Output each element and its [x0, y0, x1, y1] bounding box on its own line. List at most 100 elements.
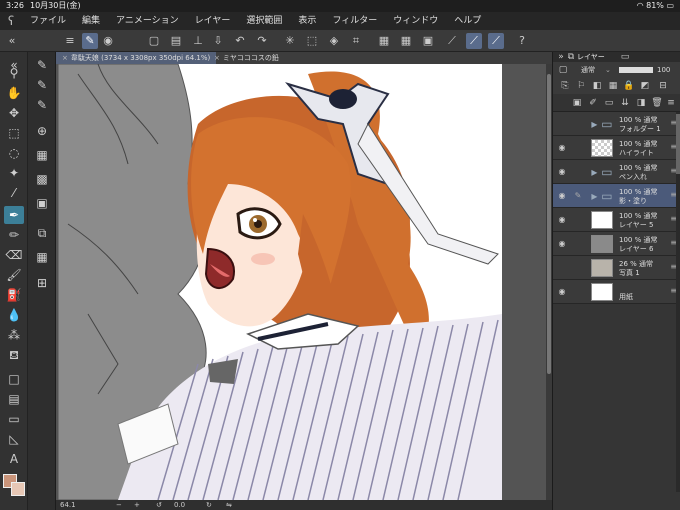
- new-file-icon[interactable]: ▢: [146, 33, 162, 49]
- save-icon[interactable]: ⊥: [190, 33, 206, 49]
- eye-icon[interactable]: ◉: [557, 191, 567, 201]
- zoom-value[interactable]: 64.1: [60, 500, 76, 510]
- collapse-icon[interactable]: «: [4, 33, 20, 49]
- lock-transparency-icon[interactable]: ▦: [607, 80, 619, 92]
- delete-layer-icon[interactable]: 🗑: [651, 97, 663, 109]
- deselect-icon[interactable]: ▦: [398, 33, 414, 49]
- layer-row[interactable]: ▸ ▭ 100 % 通常 フォルダー 1 ≡: [553, 112, 680, 136]
- new-folder-icon[interactable]: ▭: [603, 97, 615, 109]
- eyedropper-icon[interactable]: ⁄: [4, 184, 24, 202]
- close-tab-icon[interactable]: ×: [214, 54, 220, 62]
- scrollbar-thumb[interactable]: [547, 74, 551, 374]
- layer-lock-slot[interactable]: [573, 239, 583, 249]
- sub-color[interactable]: [11, 482, 25, 496]
- document-tab-active[interactable]: × 韋駄天娘 (3734 x 3308px 350dpi 64.1%): [56, 52, 217, 64]
- transform-icon[interactable]: ⬚: [304, 33, 320, 49]
- layer-lock-slot[interactable]: [573, 143, 583, 153]
- layer-row[interactable]: ◉ ✎ ▸ ▭ 100 % 通常 影・塗り ≡: [553, 184, 680, 208]
- text-tool-icon[interactable]: A: [4, 450, 24, 468]
- clear-icon[interactable]: ✳: [282, 33, 298, 49]
- eraser-icon[interactable]: ⌫: [4, 246, 24, 264]
- mask-add-icon[interactable]: ◨: [635, 97, 647, 109]
- eye-hidden-icon[interactable]: [557, 119, 567, 129]
- menu-file[interactable]: ファイル: [22, 12, 74, 30]
- menu-layer[interactable]: レイヤー: [187, 12, 239, 30]
- color-swatch[interactable]: [3, 474, 25, 496]
- layer-lock-slot[interactable]: [573, 263, 583, 273]
- eye-hidden-icon[interactable]: [557, 263, 567, 273]
- export-icon[interactable]: ⇩: [210, 33, 226, 49]
- sub-tool-8-icon[interactable]: ⧉: [32, 224, 52, 242]
- lock-icon[interactable]: 🔒: [623, 80, 635, 92]
- menu-selection[interactable]: 選択範囲: [238, 12, 290, 30]
- menu-help[interactable]: ヘルプ: [446, 12, 489, 30]
- layer-lock-slot[interactable]: [573, 167, 583, 177]
- snap-grid-icon[interactable]: ⟋: [488, 33, 504, 49]
- menu-view[interactable]: 表示: [290, 12, 324, 30]
- blend-mode-select[interactable]: 通常: [581, 62, 595, 78]
- sub-tool-4-icon[interactable]: ⊕: [32, 122, 52, 140]
- app-logo-icon[interactable]: ʕ: [0, 12, 22, 30]
- ruler-tool-icon[interactable]: ◺: [4, 430, 24, 448]
- hand-icon[interactable]: ✋: [4, 84, 24, 102]
- layer-lock-slot[interactable]: [573, 287, 583, 297]
- flip-icon[interactable]: ⇋: [226, 500, 232, 510]
- layer-row[interactable]: 26 % 通常 写真 1 ≡: [553, 256, 680, 280]
- canvas-area[interactable]: [56, 64, 552, 500]
- edit-tool-icon[interactable]: ✎: [82, 33, 98, 49]
- pencil-icon[interactable]: ✏: [4, 226, 24, 244]
- sub-tool-6-icon[interactable]: ▩: [32, 170, 52, 188]
- layer-row[interactable]: ◉ ▸ ▭ 100 % 通常 ペン入れ ≡: [553, 160, 680, 184]
- snap-special-ruler-icon[interactable]: ⟋: [466, 33, 482, 49]
- sub-tool-3-icon[interactable]: ✎: [32, 96, 52, 114]
- sub-tool-1-icon[interactable]: ✎: [32, 56, 52, 74]
- opacity-value[interactable]: 100: [657, 62, 670, 78]
- draft-icon[interactable]: ◧: [591, 80, 603, 92]
- clip-icon[interactable]: ⎘: [559, 80, 571, 92]
- layer-lock-slot[interactable]: [573, 119, 583, 129]
- merge-icon[interactable]: ⇊: [619, 97, 631, 109]
- sub-tool-2-icon[interactable]: ✎: [32, 76, 52, 94]
- redo-icon[interactable]: ↷: [254, 33, 270, 49]
- pen-tool-icon[interactable]: ✒: [4, 206, 24, 224]
- figure-icon[interactable]: □: [4, 370, 24, 388]
- rotate-left-icon[interactable]: ↺: [156, 500, 162, 510]
- undo-icon[interactable]: ↶: [232, 33, 248, 49]
- sub-tool-7-icon[interactable]: ▣: [32, 194, 52, 212]
- eye-icon[interactable]: ◉: [557, 239, 567, 249]
- airbrush-icon[interactable]: ⛽: [4, 286, 24, 304]
- eye-icon[interactable]: ◉: [557, 167, 567, 177]
- angle-value[interactable]: 0.0: [174, 500, 185, 510]
- layer-row[interactable]: ◉ 用紙 ≡: [553, 280, 680, 304]
- crop-icon[interactable]: ⌗: [348, 33, 364, 49]
- new-raster-layer-icon[interactable]: ▣: [571, 97, 583, 109]
- chevron-down-icon[interactable]: ⌄: [605, 62, 611, 78]
- new-vector-layer-icon[interactable]: ✐: [587, 97, 599, 109]
- menu-edit[interactable]: 編集: [74, 12, 108, 30]
- menu-filter[interactable]: フィルター: [324, 12, 385, 30]
- menu-window[interactable]: ウィンドウ: [385, 12, 446, 30]
- layer-row[interactable]: ◉ 100 % 通常 レイヤー 6 ≡: [553, 232, 680, 256]
- help-icon[interactable]: ?: [514, 33, 530, 49]
- brush-icon[interactable]: 🖌: [4, 266, 24, 284]
- mask-icon[interactable]: ◩: [639, 80, 651, 92]
- more-icon[interactable]: ≡: [665, 97, 677, 109]
- select-icon[interactable]: ⬚: [4, 124, 24, 142]
- move-icon[interactable]: ✥: [4, 104, 24, 122]
- layer-scrollbar[interactable]: [676, 112, 680, 492]
- sub-tool-9-icon[interactable]: ▦: [32, 248, 52, 266]
- open-file-icon[interactable]: ▤: [168, 33, 184, 49]
- gradient-icon[interactable]: ▤: [4, 390, 24, 408]
- ruler-icon[interactable]: ▦: [376, 33, 392, 49]
- hamburger-menu-icon[interactable]: ≡: [62, 33, 78, 49]
- snap-ruler-icon[interactable]: ⟋: [444, 33, 460, 49]
- frame-icon[interactable]: ▭: [4, 410, 24, 428]
- reference-icon[interactable]: ⚐: [575, 80, 587, 92]
- layer-row[interactable]: ◉ 100 % 通常 レイヤー 5 ≡: [553, 208, 680, 232]
- layer-tab[interactable]: レイヤー: [577, 52, 605, 62]
- rotate-right-icon[interactable]: ↻: [206, 500, 212, 510]
- lasso-icon[interactable]: ◌: [4, 144, 24, 162]
- blend-icon[interactable]: 💧: [4, 306, 24, 324]
- fill-icon[interactable]: ◈: [326, 33, 342, 49]
- sub-tool-5-icon[interactable]: ▦: [32, 146, 52, 164]
